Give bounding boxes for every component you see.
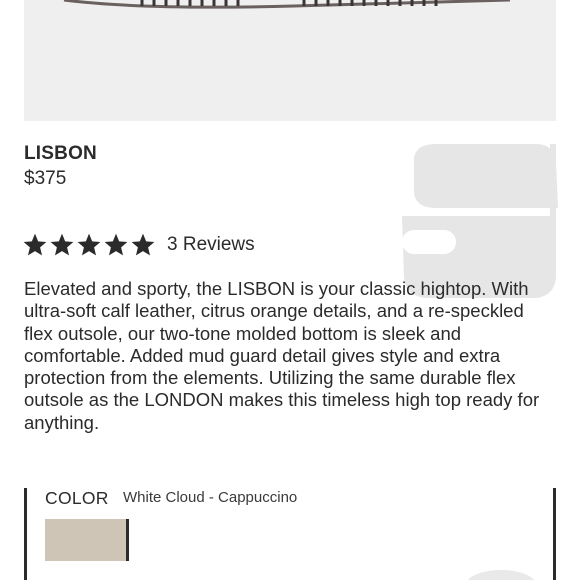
product-name: LISBON (24, 143, 97, 164)
color-swatch[interactable] (45, 519, 129, 561)
rating-row[interactable]: 3 Reviews (22, 231, 255, 259)
star-icon (50, 233, 74, 256)
star-icon (131, 233, 155, 256)
star-icon (77, 233, 101, 256)
color-selector: COLOR White Cloud - Cappuccino (24, 488, 556, 580)
star-icon (23, 233, 47, 256)
reviews-link[interactable]: 3 Reviews (167, 234, 255, 256)
selected-color-name: White Cloud - Cappuccino (123, 489, 298, 506)
star-icon (104, 233, 128, 256)
product-description: Elevated and sporty, the LISBON is your … (24, 278, 540, 433)
color-label: COLOR (45, 488, 109, 508)
product-detail-page: LISBON $375 3 Reviews Elevated and sport… (0, 0, 580, 580)
product-price: $375 (24, 168, 67, 189)
product-image[interactable] (24, 0, 556, 121)
star-rating (22, 232, 156, 258)
shoe-sole-icon (63, 0, 511, 9)
